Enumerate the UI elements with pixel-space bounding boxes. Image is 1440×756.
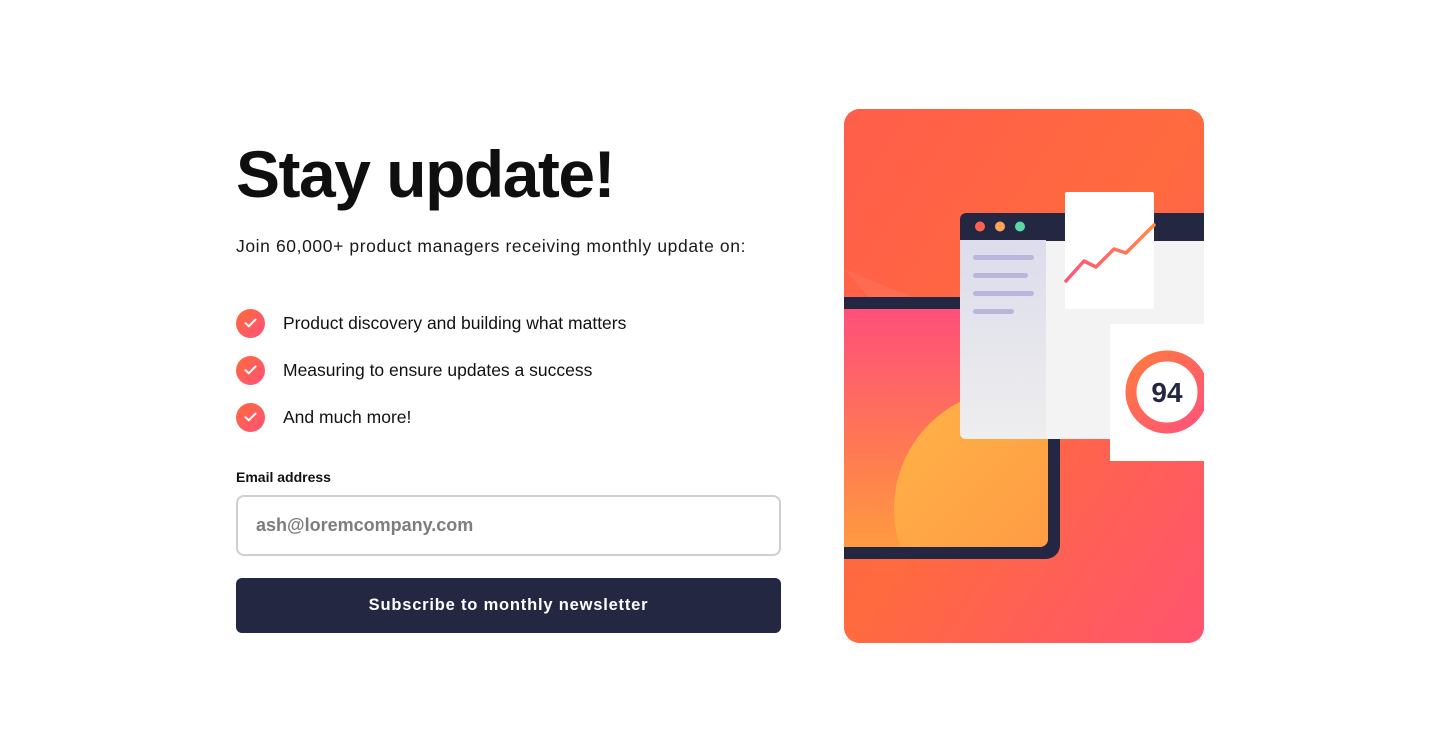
window-close-dot [975,221,985,232]
dashboard-illustration: 94 [844,109,1204,643]
feature-text: Measuring to ensure updates a success [283,359,593,380]
feature-text: And much more! [283,406,412,427]
page-title: Stay update! [236,137,616,211]
checkmark-icon [236,402,265,432]
window-maximize-dot [1015,221,1025,232]
checkmark-icon [236,355,265,385]
score-value: 94 [1151,377,1183,408]
feature-item: Measuring to ensure updates a success [236,355,782,385]
signup-panel: Stay update! Join 60,000+ product manage… [236,138,782,633]
subscribe-button[interactable]: Subscribe to monthly newsletter [236,578,781,633]
illustration-card: 94 [844,109,1204,643]
window-minimize-dot [995,221,1005,232]
feature-item: And much more! [236,402,782,432]
email-input[interactable] [236,495,781,556]
email-label: Email address [236,469,331,485]
feature-text: Product discovery and building what matt… [283,312,627,333]
feature-list: Product discovery and building what matt… [236,308,782,432]
checkmark-icon [236,308,265,338]
feature-item: Product discovery and building what matt… [236,308,782,338]
newsletter-page: Stay update! Join 60,000+ product manage… [0,0,1440,756]
subtitle: Join 60,000+ product managers receiving … [236,236,747,256]
